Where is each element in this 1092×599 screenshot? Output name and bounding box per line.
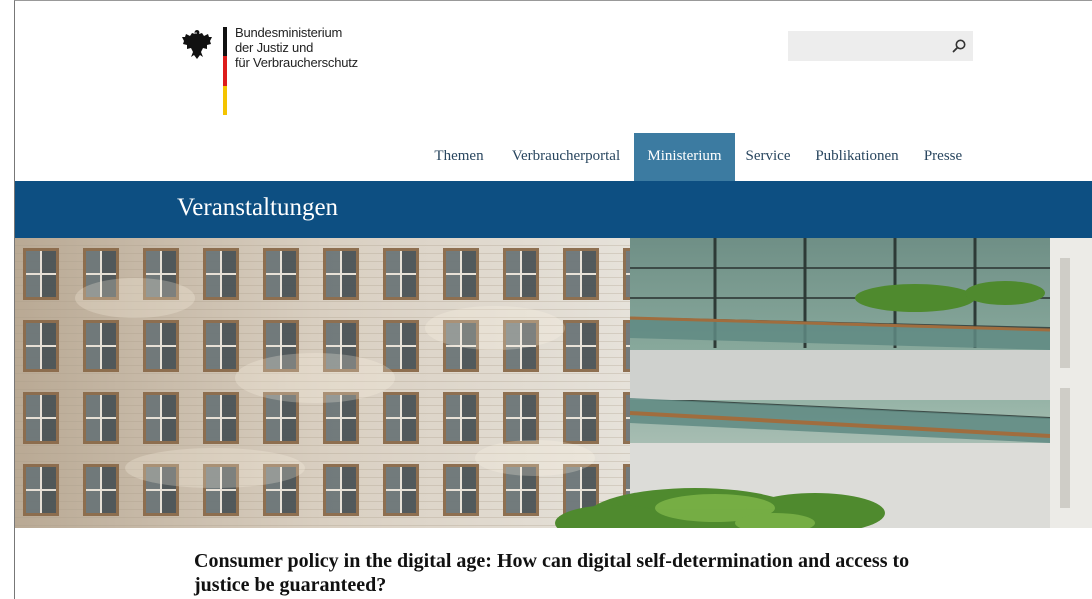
section-title-bar: Veranstaltungen bbox=[15, 181, 1092, 238]
page-frame: Bundesministerium der Justiz und für Ver… bbox=[14, 0, 1092, 599]
event-headline[interactable]: Consumer policy in the digital age: How … bbox=[194, 549, 954, 597]
logo-line-1: Bundesministerium bbox=[235, 25, 343, 40]
logo-line-3: für Verbraucherschutz bbox=[235, 55, 358, 70]
ministry-logo[interactable]: Bundesministerium der Justiz und für Ver… bbox=[180, 23, 410, 118]
nav-item-themen[interactable]: Themen bbox=[425, 133, 493, 181]
ministry-name: Bundesministerium der Justiz und für Ver… bbox=[235, 25, 358, 70]
nav-item-publikationen[interactable]: Publikationen bbox=[807, 133, 907, 181]
search-box bbox=[788, 31, 973, 61]
search-icon[interactable] bbox=[951, 38, 967, 54]
nav-item-presse[interactable]: Presse bbox=[915, 133, 971, 181]
section-title: Veranstaltungen bbox=[177, 194, 339, 221]
nav-item-verbraucherportal[interactable]: Verbraucherportal bbox=[501, 133, 631, 181]
search-input[interactable] bbox=[788, 31, 954, 59]
nav-item-ministerium[interactable]: Ministerium bbox=[634, 133, 735, 181]
nav-item-service[interactable]: Service bbox=[739, 133, 797, 181]
german-flag-bar bbox=[223, 27, 227, 115]
federal-eagle-icon bbox=[182, 30, 212, 59]
logo-line-2: der Justiz und bbox=[235, 40, 314, 55]
hero-image bbox=[15, 238, 1092, 528]
